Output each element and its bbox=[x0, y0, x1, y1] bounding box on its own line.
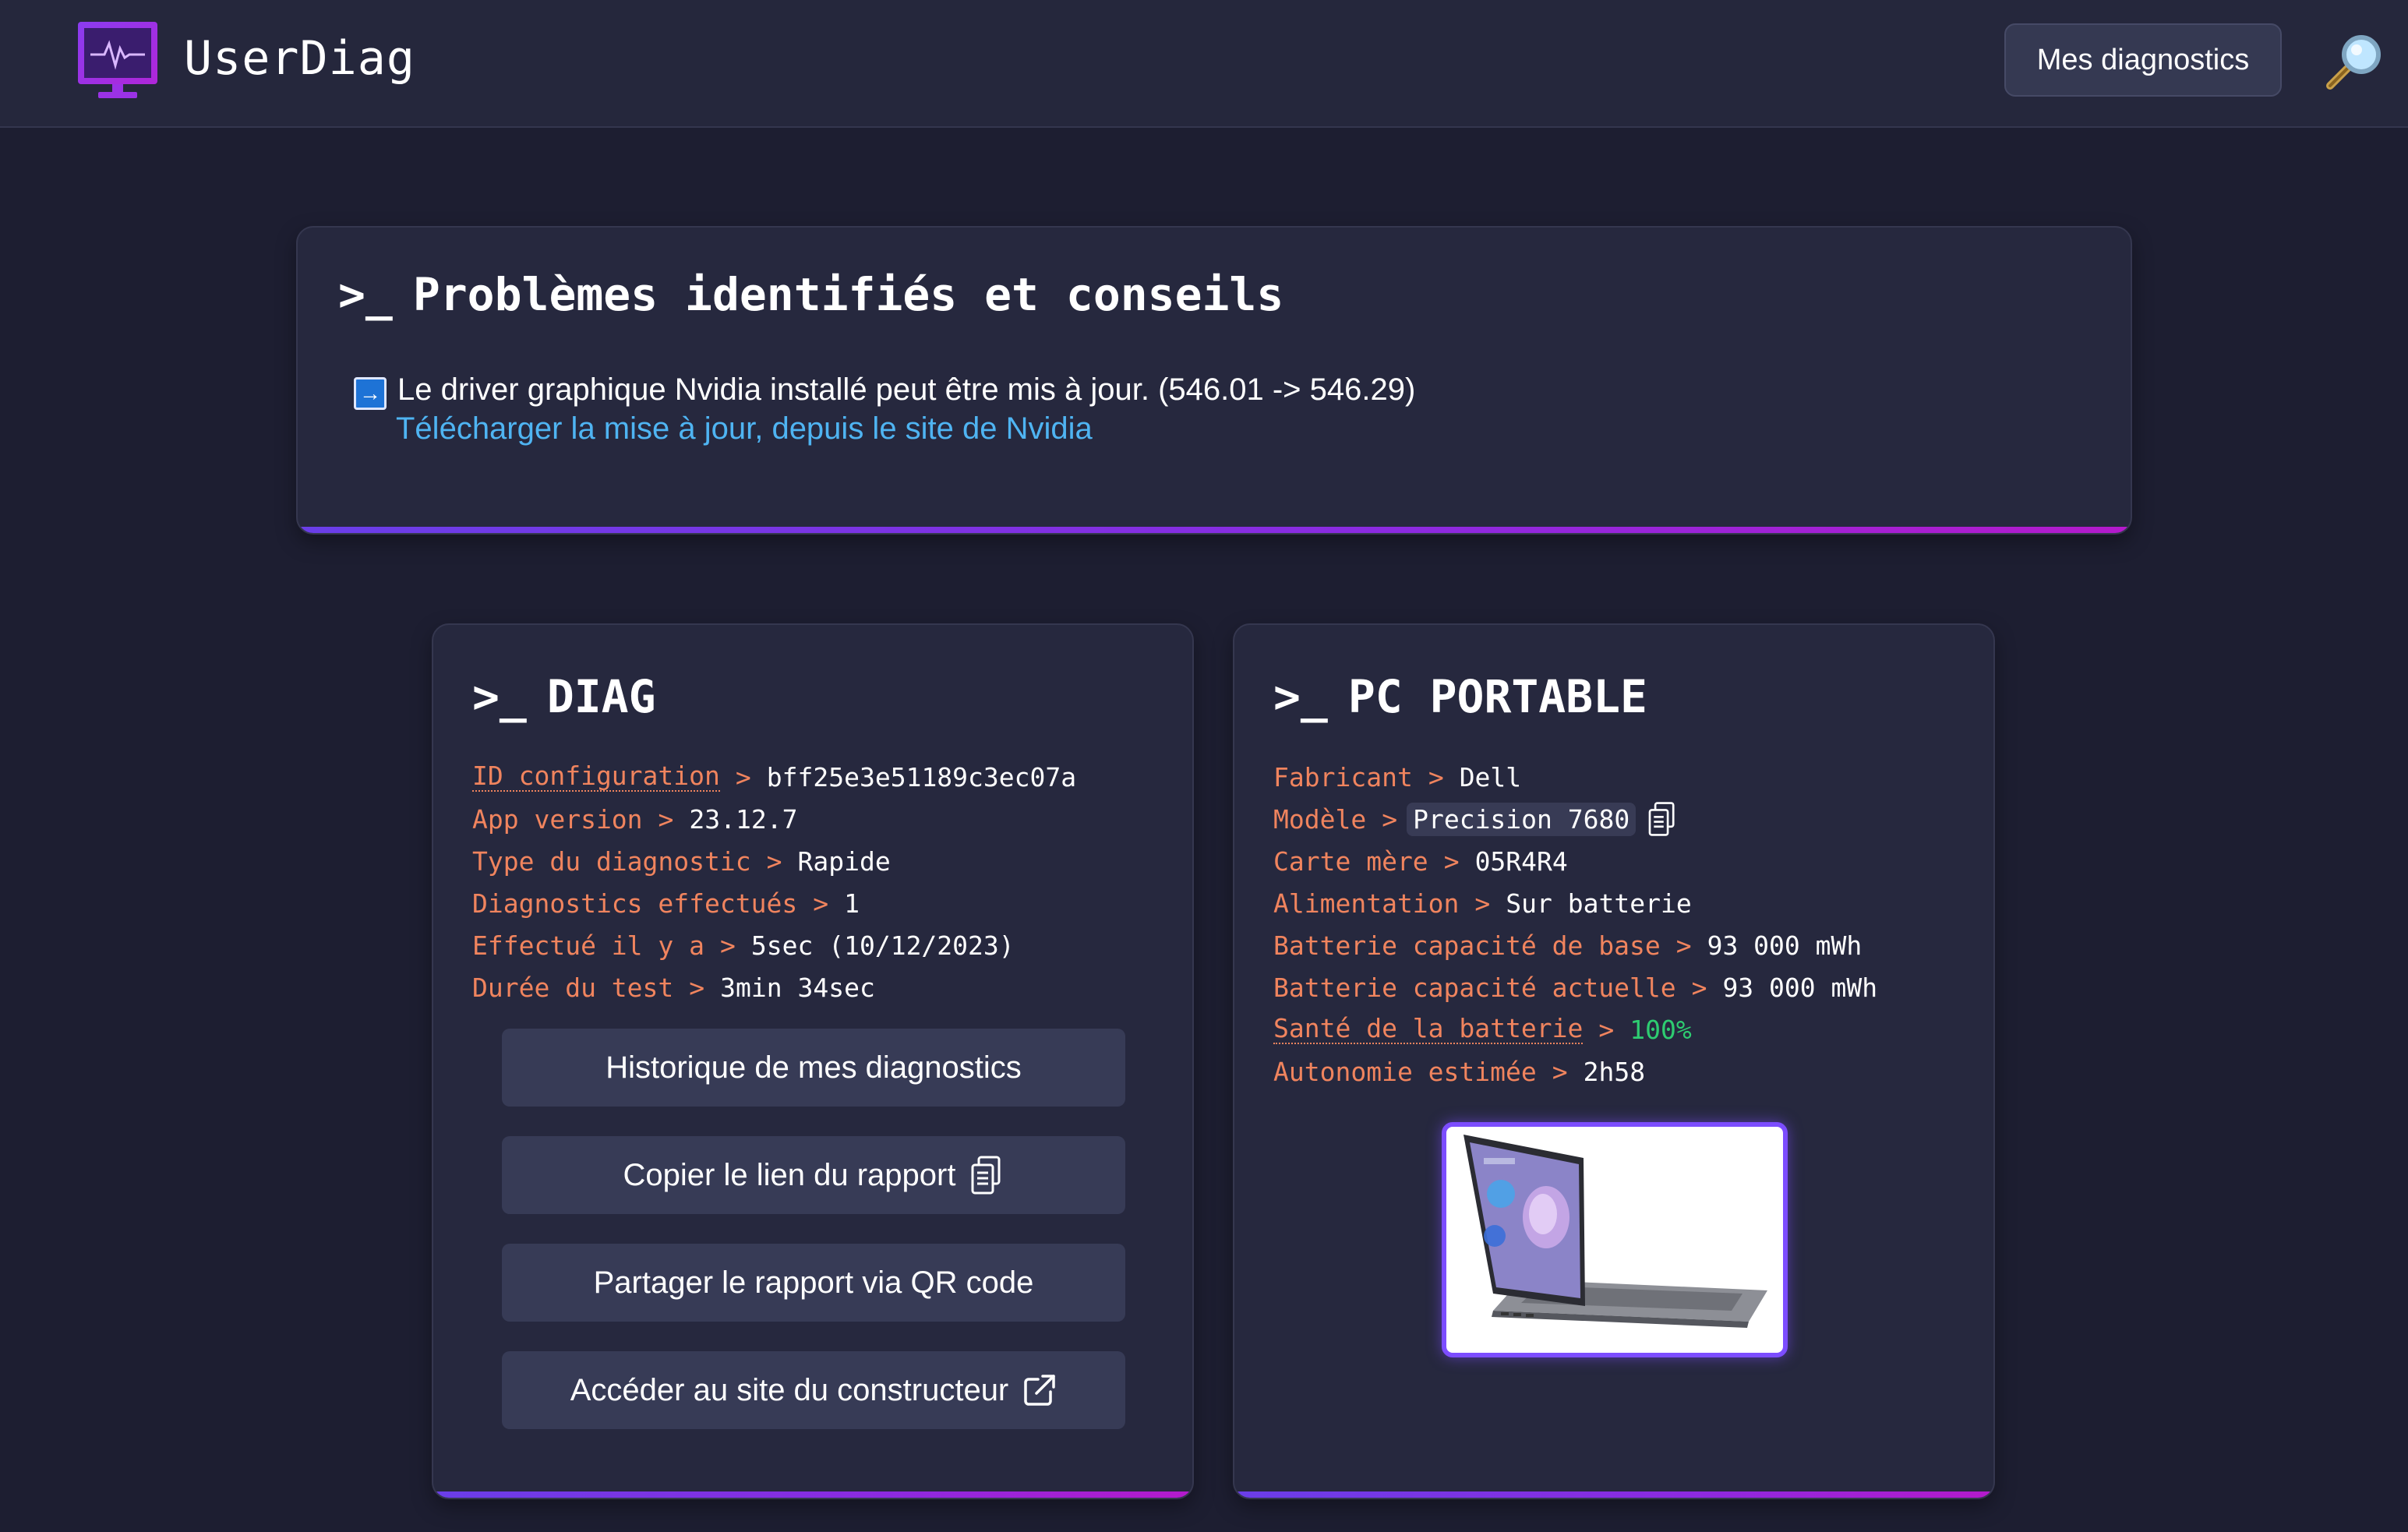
right-arrow-icon: → bbox=[354, 377, 387, 410]
my-diagnostics-button[interactable]: Mes diagnostics bbox=[2004, 23, 2282, 97]
info-separator: > bbox=[1443, 845, 1460, 877]
info-row-manufacturer: Fabricant > Dell bbox=[1273, 756, 1877, 798]
laptop-image bbox=[1442, 1122, 1788, 1357]
info-key: Durée du test bbox=[472, 972, 674, 1003]
info-value: 5sec (10/12/2023) bbox=[750, 930, 1015, 961]
info-separator: > bbox=[735, 761, 751, 792]
laptop-photo bbox=[1464, 1135, 1767, 1328]
info-key: Diagnostics effectués bbox=[472, 888, 798, 919]
info-key: Modèle bbox=[1273, 803, 1367, 835]
top-navbar: UserDiag Mes diagnostics bbox=[0, 0, 2408, 128]
info-separator: > bbox=[1691, 972, 1707, 1003]
info-value: 2h58 bbox=[1583, 1056, 1646, 1087]
info-row-test-duration: Durée du test >3min 34sec bbox=[472, 966, 1076, 1008]
share-qr-label: Partager le rapport via QR code bbox=[593, 1265, 1034, 1300]
info-key: Fabricant bbox=[1273, 761, 1413, 792]
manufacturer-site-label: Accéder au site du constructeur bbox=[570, 1372, 1009, 1407]
pc-info-list: Fabricant > Dell Modèle > Precision 7680 Car… bbox=[1273, 756, 1877, 1093]
info-value: Sur batterie bbox=[1506, 888, 1692, 919]
info-row-battery-current-capacity: Batterie capacité actuelle >93 000 mWh bbox=[1273, 966, 1877, 1008]
info-value: 3min 34sec bbox=[720, 972, 875, 1003]
info-separator: > bbox=[813, 888, 829, 919]
info-key: Batterie capacité de base bbox=[1273, 930, 1661, 961]
info-row-performed-ago: Effectué il y a >5sec (10/12/2023) bbox=[472, 924, 1076, 966]
info-row-estimated-autonomy: Autonomie estimée >2h58 bbox=[1273, 1050, 1877, 1093]
pc-title: >_ PC PORTABLE bbox=[1273, 670, 1647, 723]
copy-model-icon[interactable] bbox=[1647, 800, 1678, 838]
terminal-prompt: >_ bbox=[1273, 670, 1328, 723]
info-separator: > bbox=[1675, 930, 1692, 961]
info-separator: > bbox=[1552, 1056, 1568, 1087]
terminal-prompt: >_ bbox=[338, 268, 393, 321]
info-key: Batterie capacité actuelle bbox=[1273, 972, 1676, 1003]
magnifier-icon[interactable] bbox=[2324, 31, 2385, 92]
copy-report-link-label: Copier le lien du rapport bbox=[623, 1157, 956, 1192]
info-key[interactable]: Santé de la batterie bbox=[1273, 1014, 1584, 1045]
info-separator: > bbox=[1428, 761, 1444, 792]
terminal-prompt: >_ bbox=[472, 670, 527, 723]
model-value[interactable]: Precision 7680 bbox=[1407, 802, 1637, 836]
info-key: App version bbox=[472, 803, 643, 835]
info-row-config-id: ID configuration > bff25e3e51189c3ec07a bbox=[472, 756, 1076, 798]
info-value: 05R4R4 bbox=[1474, 845, 1568, 877]
history-button[interactable]: Historique de mes diagnostics bbox=[502, 1029, 1125, 1107]
share-qr-button[interactable]: Partager le rapport via QR code bbox=[502, 1244, 1125, 1322]
info-row-diag-type: Type du diagnostic > Rapide bbox=[472, 840, 1076, 882]
diag-title-text: DIAG bbox=[546, 670, 656, 723]
info-value: 23.12.7 bbox=[689, 803, 798, 835]
info-separator: > bbox=[1382, 803, 1398, 835]
info-key: Autonomie estimée bbox=[1273, 1056, 1537, 1087]
info-row-model: Modèle > Precision 7680 bbox=[1273, 798, 1877, 840]
info-value: 93 000 mWh bbox=[1707, 930, 1862, 961]
info-value: bff25e3e51189c3ec07a bbox=[766, 761, 1077, 792]
info-value: 1 bbox=[844, 888, 860, 919]
info-value: 93 000 mWh bbox=[1722, 972, 1878, 1003]
pc-title-text: PC PORTABLE bbox=[1347, 670, 1647, 723]
info-separator: > bbox=[1474, 888, 1491, 919]
info-separator: > bbox=[1598, 1014, 1615, 1045]
history-button-label: Historique de mes diagnostics bbox=[606, 1050, 1022, 1085]
clipboard-copy-icon bbox=[971, 1156, 1001, 1195]
diag-card: >_ DIAG ID configuration > bff25e3e51189c3e… bbox=[432, 623, 1194, 1499]
info-row-battery-base-capacity: Batterie capacité de base >93 000 mWh bbox=[1273, 924, 1877, 966]
manufacturer-site-button[interactable]: Accéder au site du constructeur bbox=[502, 1351, 1125, 1429]
diag-title: >_ DIAG bbox=[472, 670, 656, 723]
problems-card: >_ Problèmes identifiés et conseils → Le … bbox=[296, 226, 2132, 535]
info-key: Type du diagnostic bbox=[472, 845, 751, 877]
copy-report-link-button[interactable]: Copier le lien du rapport bbox=[502, 1136, 1125, 1214]
app-name[interactable]: UserDiag bbox=[184, 31, 415, 86]
info-key: Alimentation bbox=[1273, 888, 1460, 919]
info-key[interactable]: ID configuration bbox=[472, 761, 720, 792]
external-link-icon bbox=[1024, 1375, 1056, 1406]
battery-health-value: 100% bbox=[1629, 1014, 1692, 1045]
info-key: Carte mère bbox=[1273, 845, 1428, 877]
driver-update-link[interactable]: Télécharger la mise à jour, depuis le si… bbox=[396, 411, 1093, 447]
problems-title-text: Problèmes identifiés et conseils bbox=[412, 268, 1284, 321]
info-row-motherboard: Carte mère >05R4R4 bbox=[1273, 840, 1877, 882]
info-separator: > bbox=[658, 803, 674, 835]
problem-text: Le driver graphique Nvidia installé peut… bbox=[397, 372, 1416, 407]
info-row-power: Alimentation > Sur batterie bbox=[1273, 882, 1877, 924]
problems-title: >_ Problèmes identifiés et conseils bbox=[338, 268, 1283, 321]
pc-card: >_ PC PORTABLE Fabricant > Dell Modèle > Prec… bbox=[1233, 623, 1995, 1499]
monitor-pulse-icon[interactable] bbox=[75, 19, 161, 101]
info-row-app-version: App version >23.12.7 bbox=[472, 798, 1076, 840]
info-row-diag-count: Diagnostics effectués >1 bbox=[472, 882, 1076, 924]
diag-info-list: ID configuration > bff25e3e51189c3ec07a Ap… bbox=[472, 756, 1076, 1008]
info-separator: > bbox=[689, 972, 705, 1003]
info-value: Dell bbox=[1459, 761, 1522, 792]
info-separator: > bbox=[766, 845, 782, 877]
info-row-battery-health: Santé de la batterie >100% bbox=[1273, 1008, 1877, 1050]
info-key: Effectué il y a bbox=[472, 930, 705, 961]
info-value: Rapide bbox=[797, 845, 891, 877]
info-separator: > bbox=[720, 930, 736, 961]
